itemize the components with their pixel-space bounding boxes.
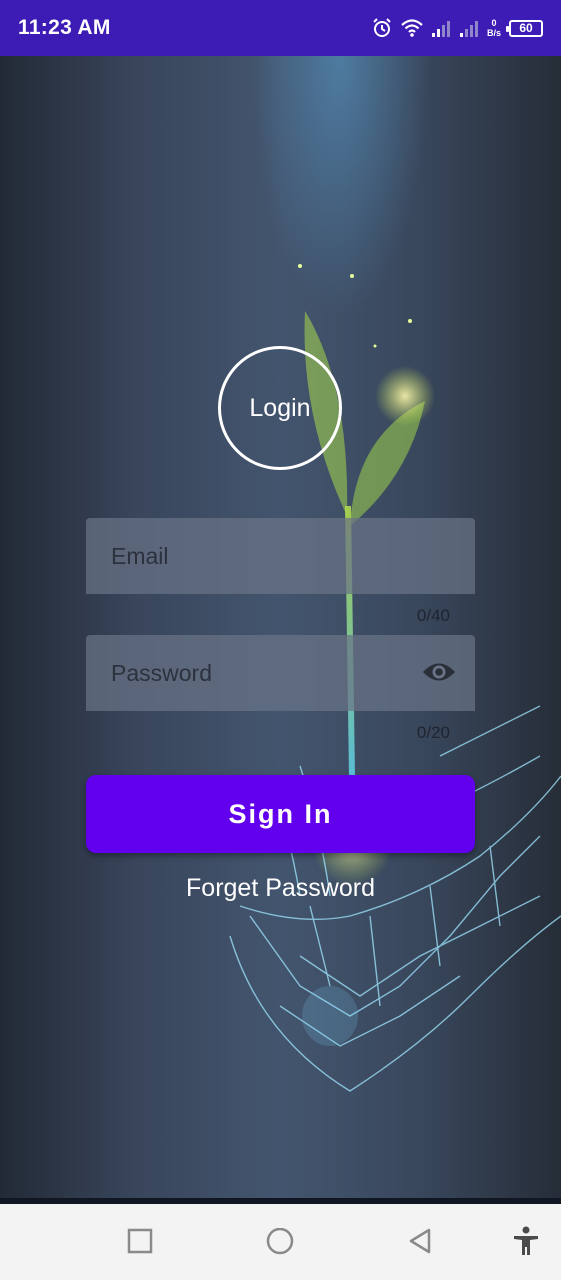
signal-icon [459, 21, 478, 37]
password-field-container[interactable] [86, 635, 475, 711]
net-speed-unit: B/s [486, 28, 501, 38]
net-speed-value: 0 [491, 18, 497, 28]
background-image [0, 56, 561, 1204]
sign-in-button[interactable]: Sign In [86, 775, 475, 853]
login-title-circle: Login [218, 346, 342, 470]
signal-icon [431, 21, 450, 37]
battery-icon: 60 [506, 19, 543, 37]
wifi-icon [401, 19, 423, 37]
email-field-container[interactable] [86, 518, 475, 594]
password-field[interactable] [111, 659, 411, 687]
status-icons: 0 B/s 60 [371, 17, 543, 39]
forget-password-link[interactable]: Forget Password [0, 874, 561, 903]
alarm-icon [373, 18, 391, 37]
eye-icon[interactable] [421, 657, 457, 687]
navigation-bar [0, 1204, 561, 1280]
accessibility-icon[interactable] [512, 1226, 540, 1256]
plant-hand-illustration [229, 264, 561, 1092]
triangle-back-icon[interactable] [407, 1228, 435, 1256]
square-recents-icon[interactable] [127, 1228, 153, 1254]
password-char-counter: 0/20 [416, 723, 450, 742]
status-time: 11:23 AM [18, 16, 111, 39]
net-speed: 0 B/s [487, 18, 501, 38]
email-field[interactable] [111, 542, 411, 570]
login-title: Login [249, 393, 311, 422]
email-char-counter: 0/40 [416, 606, 450, 625]
status-bar: 11:23 AM 0 B/s 60 [0, 0, 561, 56]
battery-level: 60 [519, 21, 533, 35]
circle-home-icon[interactable] [265, 1228, 295, 1258]
